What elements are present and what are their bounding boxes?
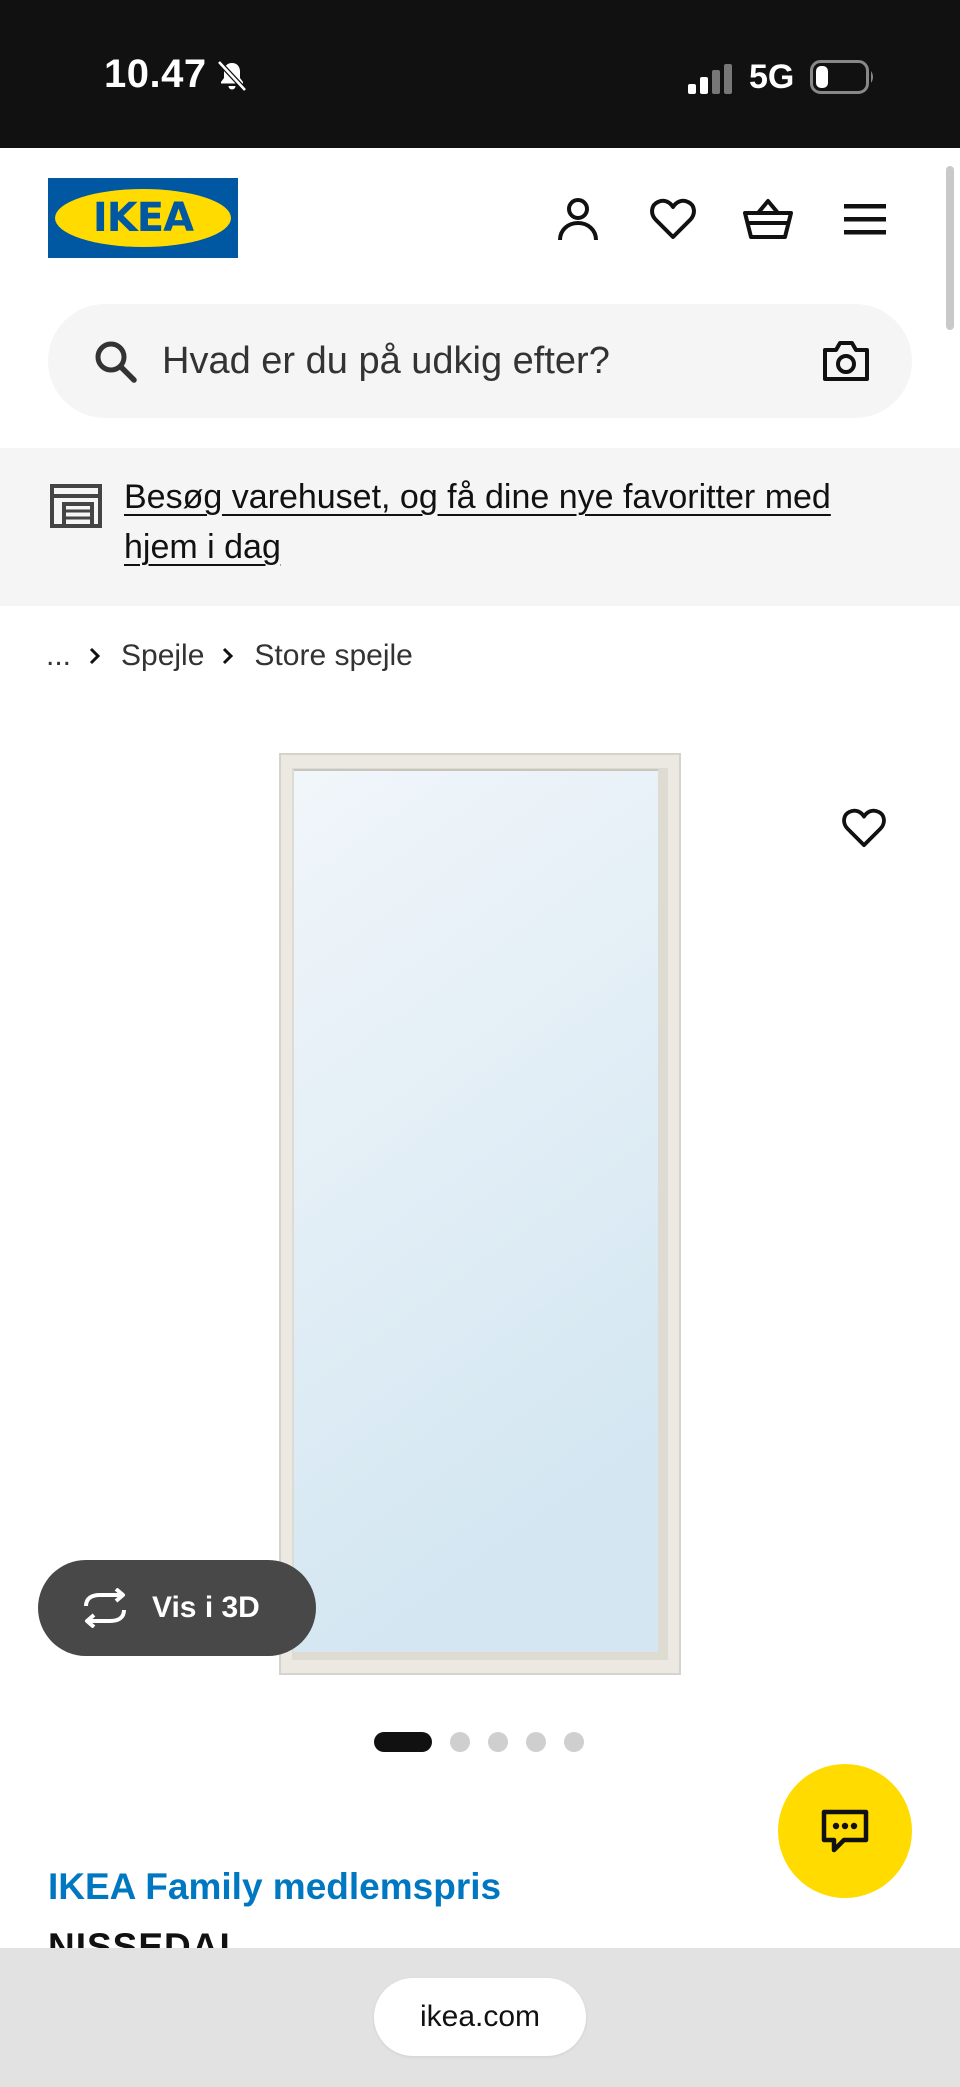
page-scrollbar[interactable] xyxy=(946,166,954,330)
status-bar: 10.47 5G xyxy=(0,0,960,148)
product-image-mirror[interactable] xyxy=(278,752,682,1676)
view-3d-button[interactable]: Vis i 3D xyxy=(38,1560,316,1656)
breadcrumb: ... Spejle Store spejle xyxy=(46,634,413,678)
family-price-label: IKEA Family medlemspris xyxy=(48,1866,502,1907)
logo-oval: IKEA xyxy=(55,189,231,247)
rotate-3d-icon xyxy=(84,1588,126,1628)
gallery-pagination xyxy=(374,1732,602,1752)
chevron-right-icon xyxy=(222,646,236,666)
heart-icon[interactable] xyxy=(648,194,698,244)
store-icon xyxy=(50,484,102,528)
search-input[interactable] xyxy=(162,304,762,418)
battery-icon xyxy=(810,60,873,94)
chat-icon xyxy=(821,1809,869,1853)
breadcrumb-spejle[interactable]: Spejle xyxy=(121,639,204,673)
chat-button[interactable] xyxy=(778,1764,912,1898)
basket-icon[interactable] xyxy=(743,194,793,244)
view-3d-label: Vis i 3D xyxy=(152,1591,260,1624)
gallery-dot[interactable] xyxy=(526,1732,546,1752)
search-bar[interactable] xyxy=(48,304,912,418)
site-header: IKEA xyxy=(0,148,960,448)
store-visit-link[interactable]: Besøg varehuset, og få dine nye favoritt… xyxy=(124,472,904,572)
network-type: 5G xyxy=(749,58,795,96)
logo-text: IKEA xyxy=(92,195,194,241)
url-bar[interactable]: ikea.com xyxy=(374,1978,586,2056)
gallery-dot[interactable] xyxy=(488,1732,508,1752)
breadcrumb-ellipsis[interactable]: ... xyxy=(46,639,71,673)
store-banner: Besøg varehuset, og få dine nye favoritt… xyxy=(0,448,960,606)
search-icon xyxy=(95,341,137,383)
breadcrumb-store-spejle[interactable]: Store spejle xyxy=(254,639,412,673)
profile-icon[interactable] xyxy=(553,194,603,244)
ikea-logo[interactable]: IKEA xyxy=(48,178,238,258)
bell-muted-icon xyxy=(217,60,247,92)
gallery-dot[interactable] xyxy=(564,1732,584,1752)
browser-toolbar: ikea.com xyxy=(0,1948,960,2087)
status-time: 10.47 xyxy=(104,52,207,96)
gallery-dot-active[interactable] xyxy=(374,1732,432,1752)
gallery-dot[interactable] xyxy=(450,1732,470,1752)
menu-icon[interactable] xyxy=(840,194,890,244)
chevron-right-icon xyxy=(89,646,103,666)
signal-icon xyxy=(688,64,732,94)
favorite-heart-icon[interactable] xyxy=(836,800,892,856)
camera-icon[interactable] xyxy=(822,338,870,384)
